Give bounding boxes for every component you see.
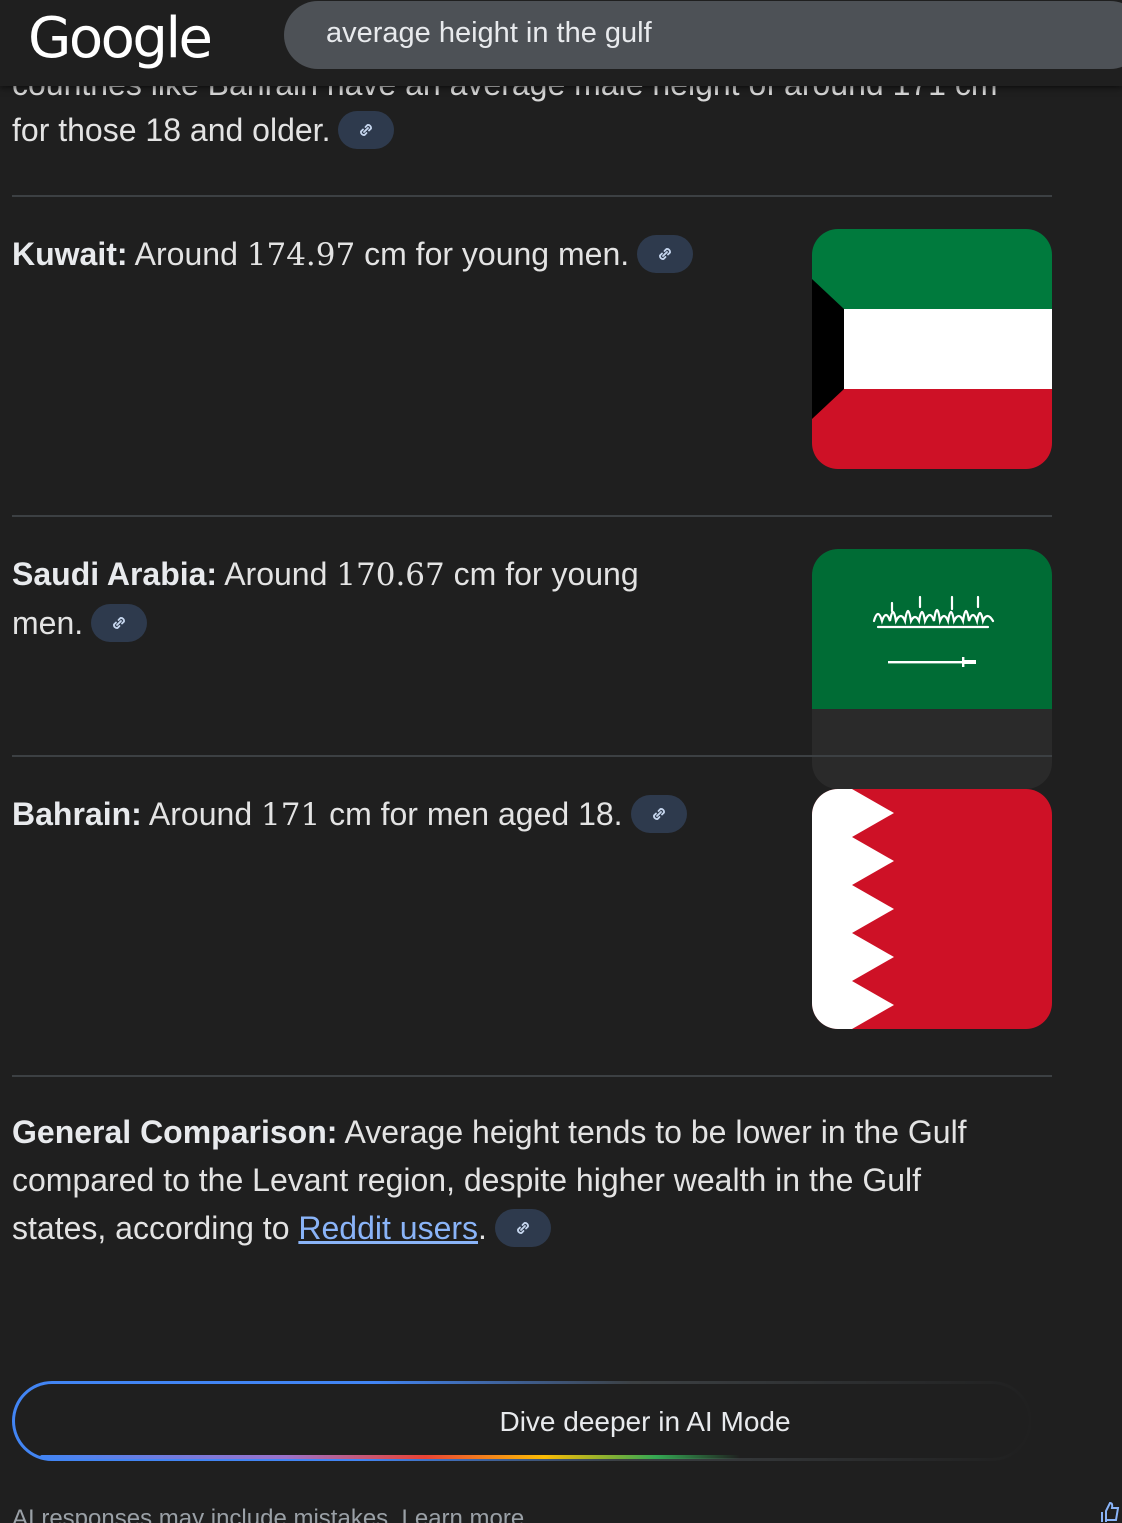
search-query[interactable]: average height in the gulf bbox=[326, 17, 652, 50]
reddit-users-link[interactable]: Reddit users bbox=[298, 1210, 478, 1246]
ai-mode-label: Dive deeper in AI Mode bbox=[499, 1406, 791, 1437]
general-comparison-paragraph: General Comparison: Average height tends… bbox=[12, 1108, 1022, 1252]
item-text: cm for young men. bbox=[355, 236, 630, 272]
link-icon bbox=[517, 1221, 529, 1234]
country-label: Bahrain: bbox=[12, 796, 142, 832]
link-icon bbox=[360, 123, 373, 136]
link-icon bbox=[113, 616, 126, 629]
ai-mode-gradient bbox=[40, 1455, 740, 1459]
search-box[interactable]: average height in the gulf bbox=[284, 1, 1122, 69]
source-link-chip[interactable] bbox=[630, 794, 687, 833]
intro-tail-text: for those 18 and older. bbox=[12, 112, 331, 148]
disclaimer-text: AI responses may include mistakes. Learn… bbox=[12, 1505, 525, 1523]
ai-mode-button[interactable]: Dive deeper in AI Mode bbox=[12, 1381, 1032, 1461]
intro-paragraph-tail: for those 18 and older. bbox=[12, 106, 395, 154]
item-text: Around bbox=[127, 236, 247, 272]
country-label: Kuwait: bbox=[12, 236, 128, 272]
divider bbox=[12, 195, 1052, 197]
height-value: 174.97 bbox=[246, 237, 356, 273]
source-link-chip[interactable] bbox=[494, 1208, 551, 1247]
item-text: cm for men aged 18. bbox=[320, 796, 623, 832]
top-bar: Google average height in the gulf bbox=[0, 0, 1122, 86]
country-label: Saudi Arabia: bbox=[12, 556, 218, 592]
list-item-saudi-arabia: Saudi Arabia: Around 170.67 cm for young… bbox=[12, 550, 692, 647]
divider bbox=[12, 755, 1052, 757]
list-item-kuwait: Kuwait: Around 174.97 cm for young men. bbox=[12, 230, 772, 279]
divider bbox=[12, 515, 1052, 517]
saudi-flag[interactable] bbox=[812, 549, 1052, 789]
thumbs-up-icon[interactable] bbox=[1098, 1500, 1122, 1523]
comparison-label: General Comparison: bbox=[12, 1114, 338, 1150]
kuwait-flag[interactable] bbox=[812, 229, 1052, 469]
item-text: Around bbox=[217, 556, 337, 592]
source-link-chip[interactable] bbox=[637, 234, 694, 273]
comparison-end: . bbox=[478, 1210, 487, 1246]
height-value: 170.67 bbox=[336, 557, 445, 593]
source-link-chip[interactable] bbox=[338, 110, 395, 149]
item-text: Around bbox=[141, 796, 261, 832]
divider bbox=[12, 1075, 1052, 1077]
link-icon bbox=[659, 247, 672, 260]
source-link-chip[interactable] bbox=[91, 603, 148, 642]
bahrain-flag[interactable] bbox=[812, 789, 1052, 1029]
link-icon bbox=[652, 807, 665, 820]
list-item-bahrain: Bahrain: Around 171 cm for men aged 18. bbox=[12, 790, 772, 839]
google-logo[interactable]: Google bbox=[28, 6, 213, 71]
height-value: 171 bbox=[261, 797, 321, 833]
